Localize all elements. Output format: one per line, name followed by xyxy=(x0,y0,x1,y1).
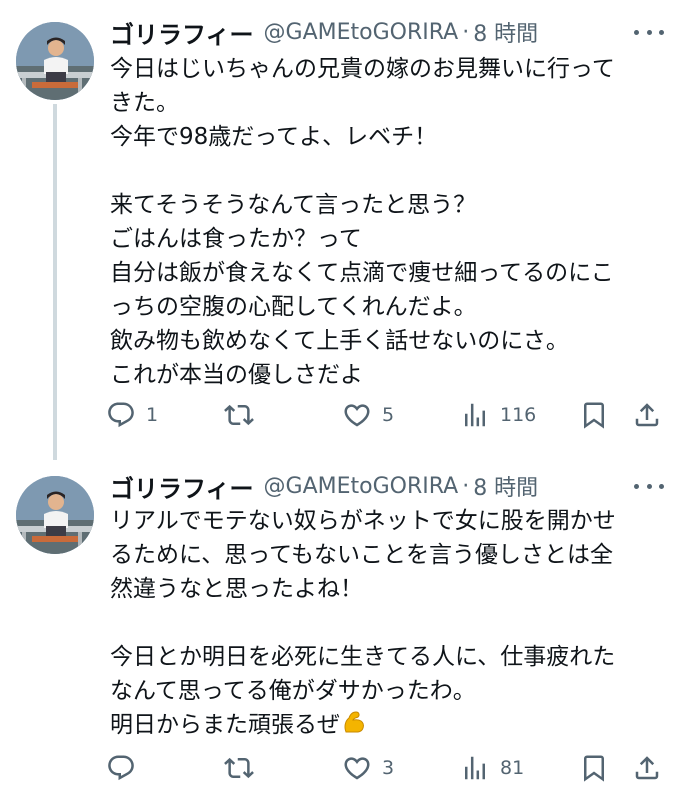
like-button[interactable]: 3 xyxy=(342,748,394,788)
share-button[interactable] xyxy=(632,395,662,435)
tweet[interactable]: ゴリラフィー @GAMEtoGORIRA · 8 時間 リアルでモテない奴らがネ… xyxy=(0,460,680,800)
avatar[interactable] xyxy=(16,22,94,100)
view-count: 116 xyxy=(500,404,537,426)
more-options-icon[interactable] xyxy=(634,474,664,498)
heart-icon xyxy=(342,753,372,783)
author-name[interactable]: ゴリラフィー xyxy=(110,15,254,50)
view-count: 81 xyxy=(500,757,525,779)
timestamp[interactable]: 8 時間 xyxy=(473,470,538,502)
avatar[interactable] xyxy=(16,476,94,554)
tweet-header: ゴリラフィー @GAMEtoGORIRA · 8 時間 xyxy=(110,12,664,52)
reply-button[interactable] xyxy=(106,748,146,788)
more-options-icon[interactable] xyxy=(634,20,664,44)
reply-icon xyxy=(106,400,136,430)
share-icon xyxy=(632,753,662,783)
action-bar: 1 5 116 xyxy=(106,395,666,435)
retweet-button[interactable] xyxy=(224,395,264,435)
tweet-header: ゴリラフィー @GAMEtoGORIRA · 8 時間 xyxy=(110,466,664,506)
like-button[interactable]: 5 xyxy=(342,395,394,435)
thread-line xyxy=(53,104,57,460)
retweet-icon xyxy=(224,400,254,430)
tweet[interactable]: ゴリラフィー @GAMEtoGORIRA · 8 時間 今日はじいちゃんの兄貴の… xyxy=(0,0,680,460)
author-name[interactable]: ゴリラフィー xyxy=(110,469,254,504)
views-icon xyxy=(460,753,490,783)
like-count: 3 xyxy=(382,757,395,779)
views-button[interactable]: 81 xyxy=(460,748,524,788)
action-bar: 3 81 xyxy=(106,748,666,788)
bookmark-icon xyxy=(579,753,609,783)
avatar-photo xyxy=(16,476,94,554)
views-icon xyxy=(460,400,490,430)
retweet-icon xyxy=(224,753,254,783)
timestamp[interactable]: 8 時間 xyxy=(473,16,538,48)
like-count: 5 xyxy=(382,404,395,426)
author-handle[interactable]: @GAMEtoGORIRA xyxy=(264,20,459,45)
tweet-text: リアルでモテない奴らがネットで女に股を開かせ るために、思ってもないことを言う優… xyxy=(110,504,660,742)
heart-icon xyxy=(342,400,372,430)
bookmark-icon xyxy=(579,400,609,430)
share-button[interactable] xyxy=(632,748,662,788)
views-button[interactable]: 116 xyxy=(460,395,536,435)
tweet-text-content: リアルでモテない奴らがネットで女に股を開かせ るために、思ってもないことを言う優… xyxy=(110,508,616,738)
retweet-button[interactable] xyxy=(224,748,264,788)
separator-dot: · xyxy=(462,473,470,499)
reply-icon xyxy=(106,753,136,783)
reply-button[interactable]: 1 xyxy=(106,395,158,435)
author-handle[interactable]: @GAMEtoGORIRA xyxy=(264,474,459,499)
separator-dot: · xyxy=(462,19,470,45)
flexed-biceps-icon xyxy=(344,711,364,733)
bookmark-button[interactable] xyxy=(579,748,609,788)
tweet-text: 今日はじいちゃんの兄貴の嫁のお見舞いに行って きた。 今年で98歳だってよ、レベ… xyxy=(110,56,615,388)
share-icon xyxy=(632,400,662,430)
avatar-photo xyxy=(16,22,94,100)
reply-count: 1 xyxy=(146,404,159,426)
bookmark-button[interactable] xyxy=(579,395,609,435)
